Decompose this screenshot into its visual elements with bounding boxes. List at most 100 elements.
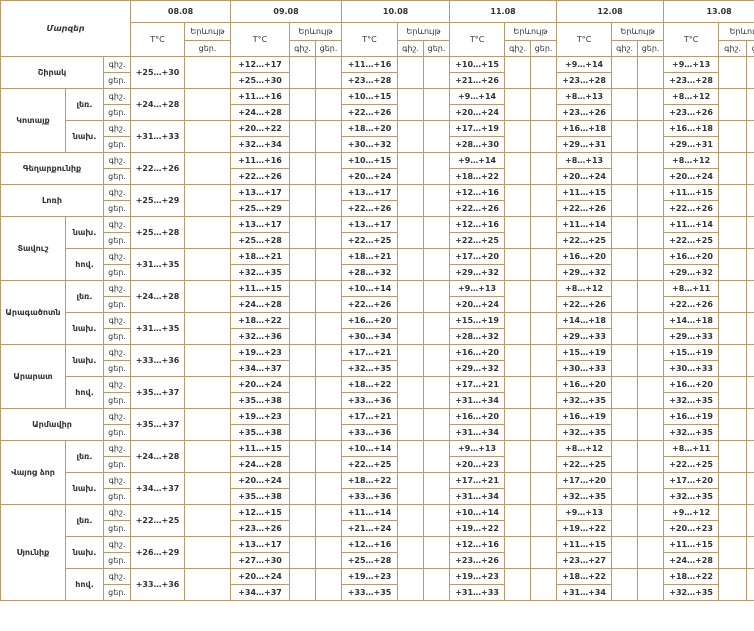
weather-icon-cell xyxy=(397,312,425,345)
weather-icon-cell xyxy=(718,568,748,601)
weather-icon-cell xyxy=(289,248,317,281)
temperature-cell: +22…+26 xyxy=(663,296,720,313)
sub-area-label: նախ. xyxy=(65,216,104,249)
weather-icon-cell xyxy=(397,280,425,313)
temperature-cell: +12…+15 xyxy=(230,504,291,521)
temperature-cell: +22…+26 xyxy=(341,104,399,121)
temperature-cell: +23…+26 xyxy=(556,104,613,121)
temperature-cell: +11…+15 xyxy=(230,440,291,457)
temperature-cell: +10…+14 xyxy=(341,440,399,457)
temperature-cell: +30…+32 xyxy=(341,136,399,153)
temperature-cell: +23…+28 xyxy=(556,72,613,89)
weather-icon-cell xyxy=(289,152,317,185)
temperature-cell: +11…+16 xyxy=(230,152,291,169)
temperature-cell: +13…+17 xyxy=(230,184,291,201)
time-of-day-label: գիշ. xyxy=(102,408,132,425)
temperature-cell: +24…+28 xyxy=(230,296,291,313)
weather-icon-cell xyxy=(637,312,665,345)
weather-icon-cell xyxy=(315,376,343,409)
weather-icon-cell xyxy=(423,280,451,313)
weather-icon-cell xyxy=(637,152,665,185)
weather-icon-cell xyxy=(423,536,451,569)
temperature-cell: +31…+35 xyxy=(130,312,186,345)
weather-icon-cell xyxy=(530,248,558,281)
region-name: Շիրակ xyxy=(0,56,104,89)
weather-icon-cell xyxy=(184,280,232,313)
weather-icon-cell xyxy=(184,184,232,217)
weather-icon-cell xyxy=(289,280,317,313)
weather-icon-cell xyxy=(315,216,343,249)
weather-icon-cell xyxy=(397,216,425,249)
time-of-day-label: ցեր. xyxy=(102,232,132,249)
weather-icon-cell xyxy=(315,568,343,601)
phenomena-col-header: Երևույթ xyxy=(184,22,232,41)
weather-icon-cell xyxy=(746,88,754,121)
temperature-cell: +35…+38 xyxy=(230,392,291,409)
temperature-cell: +15…+19 xyxy=(449,312,506,329)
region-name: Կոտայք xyxy=(0,88,66,153)
temperature-cell: +16…+20 xyxy=(449,344,506,361)
temperature-cell: +22…+26 xyxy=(556,200,613,217)
temperature-cell: +32…+35 xyxy=(663,392,720,409)
temperature-cell: +13…+17 xyxy=(341,184,399,201)
temperature-cell: +8…+13 xyxy=(556,152,613,169)
weather-icon-cell xyxy=(637,408,665,441)
weather-icon-cell xyxy=(746,472,754,505)
temperature-cell: +8…+12 xyxy=(556,440,613,457)
temperature-cell: +18…+21 xyxy=(341,248,399,265)
weather-icon-cell xyxy=(718,376,748,409)
region-name: Վայոց ձոր xyxy=(0,440,66,505)
temperature-cell: +35…+37 xyxy=(130,376,186,409)
phenomena-col-header: Երևույթ xyxy=(718,22,754,41)
temperature-cell: +29…+32 xyxy=(556,264,613,281)
temperature-cell: +32…+36 xyxy=(230,328,291,345)
weather-icon-cell xyxy=(530,120,558,153)
weather-icon-cell xyxy=(397,440,425,473)
temperature-cell: +19…+23 xyxy=(449,568,506,585)
day-col-header: ցեր. xyxy=(530,40,558,57)
weather-icon-cell xyxy=(718,216,748,249)
weather-icon-cell xyxy=(504,504,532,537)
temperature-cell: +12…+16 xyxy=(449,536,506,553)
night-col-header: գիշ. xyxy=(289,40,317,57)
weather-icon-cell xyxy=(530,408,558,441)
temperature-cell: +18…+22 xyxy=(556,568,613,585)
weather-icon-cell xyxy=(504,344,532,377)
table-row: Վայոց ձոր լեռ. գիշ. +24…+28 +11…+15 +10…+14… xyxy=(0,440,754,505)
weather-icon-cell xyxy=(718,504,748,537)
time-of-day-label: ցեր. xyxy=(102,104,132,121)
date-header: 11.08 xyxy=(449,0,558,23)
phenomena-col-header: Երևույթ xyxy=(504,22,558,41)
weather-icon-cell xyxy=(397,120,425,153)
weather-icon-cell xyxy=(423,376,451,409)
temperature-cell: +20…+24 xyxy=(230,376,291,393)
date-header: 09.08 xyxy=(230,0,343,23)
temperature-cell: +32…+35 xyxy=(663,424,720,441)
weather-icon-cell xyxy=(530,440,558,473)
time-of-day-label: ցեր. xyxy=(102,424,132,441)
weather-icon-cell xyxy=(718,248,748,281)
temperature-cell: +21…+24 xyxy=(341,520,399,537)
phenomena-col-header: Երևույթ xyxy=(611,22,665,41)
weather-icon-cell xyxy=(315,504,343,537)
region-name: Գեղարքունիք xyxy=(0,152,104,185)
weather-icon-cell xyxy=(504,312,532,345)
time-of-day-label: գիշ. xyxy=(102,216,132,233)
temperature-cell: +18…+22 xyxy=(663,568,720,585)
temperature-cell: +19…+23 xyxy=(230,408,291,425)
temperature-cell: +18…+22 xyxy=(449,168,506,185)
sub-area-label: նախ. xyxy=(65,344,104,377)
temperature-cell: +29…+33 xyxy=(556,328,613,345)
time-of-day-label: գիշ. xyxy=(102,184,132,201)
temperature-cell: +9…+13 xyxy=(556,504,613,521)
region-name: Արարատ xyxy=(0,344,66,409)
region-name: Լոռի xyxy=(0,184,104,217)
sub-area-label: նախ. xyxy=(65,536,104,569)
temperature-cell: +11…+15 xyxy=(556,184,613,201)
weather-icon-cell xyxy=(315,120,343,153)
table-row: նախ. գիշ. +34…+37 +20…+24 +18…+22 +17…+21 +… xyxy=(1,472,754,505)
temperature-cell: +8…+12 xyxy=(556,280,613,297)
temperature-cell: +25…+28 xyxy=(130,216,186,249)
weather-icon-cell xyxy=(289,376,317,409)
temperature-cell: +32…+35 xyxy=(556,424,613,441)
